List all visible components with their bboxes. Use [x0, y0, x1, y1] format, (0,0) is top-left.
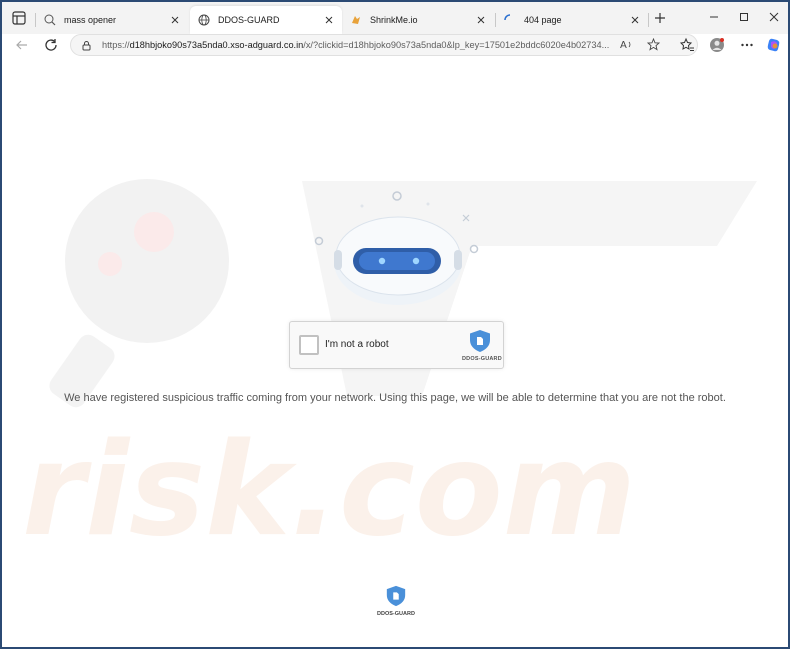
svg-text:A: A	[620, 40, 627, 51]
lock-icon[interactable]	[81, 40, 92, 51]
tab-separator	[648, 13, 649, 27]
close-icon[interactable]	[324, 15, 334, 25]
favorites-icon[interactable]	[679, 37, 695, 53]
page-content: risk.com I'm not a robot DDOS-GUARD We h…	[2, 56, 788, 647]
tab-actions-icon[interactable]	[10, 9, 28, 27]
tab-ddos-guard[interactable]: DDOS-GUARD	[190, 6, 342, 34]
tab-strip: mass opener DDOS-GUARD ShrinkMe.io 404 p…	[2, 2, 788, 34]
loading-spinner-icon	[504, 14, 511, 21]
read-aloud-icon[interactable]: A	[620, 38, 633, 51]
url-prefix: https://	[102, 40, 130, 50]
search-globe-icon	[44, 14, 56, 26]
profile-avatar-icon[interactable]	[709, 37, 725, 53]
address-toolbar: https://d18hbjoko90s73a5nda0.xso-adguard…	[2, 34, 788, 56]
globe-icon	[198, 14, 210, 26]
shrinkme-icon	[352, 16, 360, 24]
minimize-icon[interactable]	[707, 10, 721, 24]
tab-title: 404 page	[524, 15, 562, 25]
address-bar[interactable]: https://d18hbjoko90s73a5nda0.xso-adguard…	[70, 34, 698, 56]
copilot-icon[interactable]	[766, 37, 782, 53]
captcha-widget: I'm not a robot DDOS-GUARD	[289, 321, 504, 369]
tab-title: mass opener	[64, 15, 117, 25]
tab-title: ShrinkMe.io	[370, 15, 418, 25]
refresh-icon[interactable]	[43, 37, 59, 53]
more-options-icon[interactable]	[739, 37, 755, 53]
watermark-text: risk.com	[22, 416, 636, 565]
close-icon[interactable]	[170, 15, 180, 25]
favorite-star-icon[interactable]	[647, 38, 660, 51]
footer-brand: DDOS-GUARD	[377, 611, 415, 617]
ddos-guard-shield-icon	[470, 330, 490, 352]
tab-title: DDOS-GUARD	[218, 15, 280, 25]
close-icon[interactable]	[630, 15, 640, 25]
robot-illustration	[314, 191, 479, 305]
tab-404-page[interactable]: 404 page	[496, 6, 648, 34]
url-text[interactable]: https://d18hbjoko90s73a5nda0.xso-adguard…	[102, 40, 697, 50]
close-icon[interactable]	[476, 15, 486, 25]
tab-shrinkme[interactable]: ShrinkMe.io	[342, 6, 494, 34]
captcha-brand: DDOS-GUARD	[462, 356, 502, 362]
ddos-guard-shield-icon	[386, 585, 406, 607]
url-rest: /x/?clickid=d18hbjoko90s73a5nda0&lp_key=…	[303, 40, 610, 50]
captcha-label: I'm not a robot	[325, 339, 389, 350]
maximize-icon[interactable]	[737, 10, 751, 24]
new-tab-icon[interactable]	[653, 11, 667, 25]
back-arrow-icon[interactable]	[14, 37, 30, 53]
suspicious-traffic-message: We have registered suspicious traffic co…	[64, 392, 726, 404]
url-host: d18hbjoko90s73a5nda0.xso-adguard.co.in	[129, 40, 304, 50]
captcha-checkbox[interactable]	[299, 335, 319, 355]
tab-mass-opener[interactable]: mass opener	[36, 6, 188, 34]
close-window-icon[interactable]	[767, 10, 781, 24]
browser-window: mass opener DDOS-GUARD ShrinkMe.io 404 p…	[0, 0, 790, 649]
